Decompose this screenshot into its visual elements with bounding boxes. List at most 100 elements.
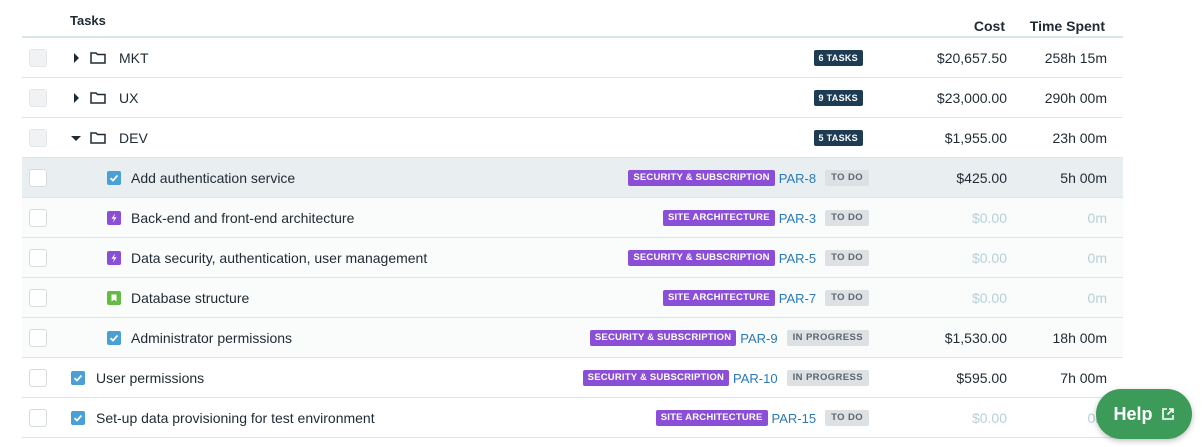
status-badge[interactable]: IN PROGRESS: [786, 330, 869, 346]
epic-label[interactable]: SITE ARCHITECTURE: [663, 210, 775, 226]
folder-icon: [90, 92, 106, 104]
status-badge[interactable]: TO DO: [825, 290, 869, 306]
row-select-checkbox[interactable]: [29, 89, 47, 107]
epic-label[interactable]: SITE ARCHITECTURE: [655, 410, 768, 426]
task-name[interactable]: Add authentication service: [131, 170, 295, 186]
row-select-checkbox[interactable]: [29, 249, 47, 267]
external-link-icon: [1161, 408, 1174, 420]
time-spent-value: 0m: [1087, 250, 1107, 266]
issue-key-link[interactable]: PAR-15: [772, 411, 817, 426]
status-badge[interactable]: TO DO: [825, 170, 869, 186]
issue-key-link[interactable]: PAR-9: [740, 331, 777, 346]
time-spent-value: 7h 00m: [1060, 370, 1107, 386]
issue-key-link[interactable]: PAR-10: [733, 371, 778, 386]
time-spent-value: 290h 00m: [1044, 90, 1107, 106]
group-name[interactable]: MKT: [119, 50, 149, 66]
row-select-checkbox[interactable]: [29, 209, 47, 227]
task-icon: [71, 371, 85, 385]
epic-label[interactable]: SECURITY & SUBSCRIPTION: [582, 370, 730, 386]
epic-icon: [107, 211, 121, 225]
cost-value: $23,000.00: [936, 90, 1007, 106]
group-name[interactable]: DEV: [119, 130, 148, 146]
epic-label[interactable]: SECURITY & SUBSCRIPTION: [628, 170, 775, 186]
task-name[interactable]: User permissions: [96, 370, 204, 386]
time-spent-value: 0m: [1087, 210, 1107, 226]
issue-key-link[interactable]: PAR-5: [779, 251, 816, 266]
time-spent-value: 18h 00m: [1052, 330, 1107, 346]
task-row[interactable]: Database structure SITE ARCHITECTURE PAR…: [22, 278, 1123, 318]
cost-value: $20,657.50: [936, 50, 1007, 66]
group-row-ux[interactable]: UX 9 TASKS $23,000.00 290h 00m: [22, 78, 1123, 118]
row-select-checkbox[interactable]: [29, 129, 47, 147]
task-icon: [107, 331, 121, 345]
help-label: Help: [1113, 403, 1153, 424]
task-row[interactable]: Add authentication service SECURITY & SU…: [22, 158, 1123, 198]
task-row[interactable]: Data security, authentication, user mana…: [22, 238, 1123, 278]
issue-key-link[interactable]: PAR-3: [779, 211, 816, 226]
caret-right-icon[interactable]: [74, 53, 79, 63]
help-button[interactable]: Help: [1096, 389, 1192, 439]
cost-value: $0.00: [971, 410, 1007, 426]
task-row[interactable]: Back-end and front-end architecture SITE…: [22, 198, 1123, 238]
cost-value: $1,955.00: [944, 130, 1007, 146]
task-icon: [107, 171, 121, 185]
caret-right-icon[interactable]: [74, 93, 79, 103]
group-row-mkt[interactable]: MKT 6 TASKS $20,657.50 258h 15m: [22, 38, 1123, 78]
group-row-dev[interactable]: DEV 5 TASKS $1,955.00 23h 00m: [22, 118, 1123, 158]
task-name[interactable]: Database structure: [131, 290, 249, 306]
row-select-checkbox[interactable]: [29, 49, 47, 67]
row-select-checkbox[interactable]: [29, 289, 47, 307]
header-cost[interactable]: Cost: [974, 18, 1005, 34]
time-spent-value: 5h 00m: [1060, 170, 1107, 186]
task-name[interactable]: Set-up data provisioning for test enviro…: [96, 410, 375, 426]
task-meta: SITE ARCHITECTURE PAR-7 TO DO: [663, 289, 869, 307]
cost-value: $595.00: [956, 370, 1007, 386]
task-row[interactable]: User permissions SECURITY & SUBSCRIPTION…: [22, 358, 1123, 398]
cost-value: $0.00: [971, 290, 1007, 306]
table-header: Tasks Cost Time Spent: [22, 0, 1123, 38]
status-badge[interactable]: TO DO: [825, 250, 869, 266]
epic-label[interactable]: SITE ARCHITECTURE: [663, 290, 775, 306]
task-meta: SECURITY & SUBSCRIPTION PAR-10 IN PROGRE…: [582, 369, 869, 387]
epic-label[interactable]: SECURITY & SUBSCRIPTION: [628, 250, 775, 266]
header-tasks[interactable]: Tasks: [70, 13, 106, 28]
task-table: Tasks Cost Time Spent MKT 6 TASKS $20,65…: [22, 0, 1123, 438]
status-badge[interactable]: TO DO: [825, 210, 869, 226]
issue-key-link[interactable]: PAR-7: [779, 291, 816, 306]
issue-key-link[interactable]: PAR-8: [779, 171, 816, 186]
folder-icon: [90, 52, 106, 64]
status-badge[interactable]: TO DO: [825, 410, 869, 426]
row-select-checkbox[interactable]: [29, 169, 47, 187]
task-name[interactable]: Data security, authentication, user mana…: [131, 250, 427, 266]
row-select-checkbox[interactable]: [29, 329, 47, 347]
row-select-checkbox[interactable]: [29, 369, 47, 387]
time-spent-value: 23h 00m: [1052, 130, 1107, 146]
task-name[interactable]: Administrator permissions: [131, 330, 292, 346]
task-icon: [71, 411, 85, 425]
epic-label[interactable]: SECURITY & SUBSCRIPTION: [589, 330, 737, 346]
task-meta: SECURITY & SUBSCRIPTION PAR-8 TO DO: [628, 169, 869, 187]
row-select-checkbox[interactable]: [29, 409, 47, 427]
task-count-badge: 6 TASKS: [813, 50, 863, 66]
task-name[interactable]: Back-end and front-end architecture: [131, 210, 354, 226]
folder-icon: [90, 132, 106, 144]
task-meta: SITE ARCHITECTURE PAR-3 TO DO: [663, 209, 869, 227]
cost-value: $0.00: [971, 250, 1007, 266]
time-spent-value: 258h 15m: [1044, 50, 1107, 66]
caret-down-icon[interactable]: [71, 136, 81, 141]
task-meta: SECURITY & SUBSCRIPTION PAR-5 TO DO: [628, 249, 869, 267]
time-spent-value: 0m: [1087, 290, 1107, 306]
task-count-badge: 9 TASKS: [813, 90, 863, 106]
task-row[interactable]: Administrator permissions SECURITY & SUB…: [22, 318, 1123, 358]
task-meta: SECURITY & SUBSCRIPTION PAR-9 IN PROGRES…: [589, 329, 869, 347]
task-meta: SITE ARCHITECTURE PAR-15 TO DO: [655, 409, 869, 427]
group-name[interactable]: UX: [119, 90, 138, 106]
story-icon: [107, 291, 121, 305]
cost-value: $1,530.00: [944, 330, 1007, 346]
task-count-badge: 5 TASKS: [813, 130, 863, 146]
status-badge[interactable]: IN PROGRESS: [786, 370, 869, 386]
cost-value: $0.00: [971, 210, 1007, 226]
task-row[interactable]: Set-up data provisioning for test enviro…: [22, 398, 1123, 438]
epic-icon: [107, 251, 121, 265]
header-time-spent[interactable]: Time Spent: [1030, 18, 1105, 34]
